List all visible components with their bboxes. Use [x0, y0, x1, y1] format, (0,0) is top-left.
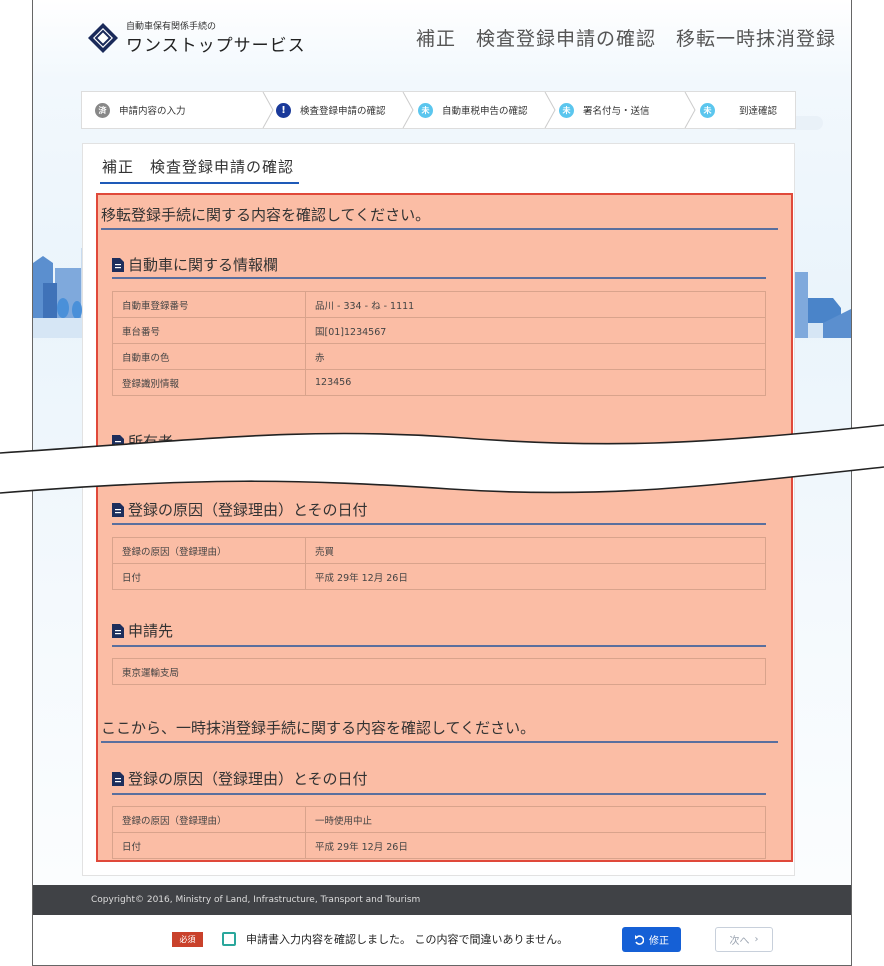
table-row: 日付 平成 29年 12月 26日: [112, 563, 766, 590]
divider: [112, 793, 766, 795]
table-row: 自動車の色赤: [112, 343, 766, 370]
row-label: 登録の原因（登録理由）: [112, 806, 306, 833]
table-row: 日付 平成 29年 12月 26日: [112, 832, 766, 859]
logo-title: ワンストップサービス: [126, 36, 306, 56]
step-label: 検査登録申請の確認: [300, 106, 386, 117]
row-value: 品川 - 334 - ね - 1111: [305, 291, 766, 318]
reason2-heading-text: 登録の原因（登録理由）とその日付: [128, 770, 368, 788]
highlighted-review-region: 移転登録手続に関する内容を確認してください。 自動車に関する情報欄 自動車登録番…: [96, 193, 793, 862]
undo-icon: [635, 934, 644, 945]
step-todo-badge: 未: [559, 102, 574, 118]
step-arrival: 未 到達確認: [700, 92, 777, 128]
row-label: 自動車の色: [112, 343, 306, 370]
office-heading-text: 申請先: [128, 622, 174, 640]
fix-button[interactable]: 修正: [622, 927, 681, 952]
step-registration-confirm: ! 検査登録申請の確認: [276, 92, 386, 128]
step-label: 申請内容の入力: [119, 106, 186, 117]
table-row: 登録の原因（登録理由） 一時使用中止: [112, 806, 766, 833]
row-value: 平成 29年 12月 26日: [305, 832, 766, 859]
action-bar: 必須 申請書入力内容を確認しました。 この内容で間違いありません。 修正 次へ …: [33, 915, 851, 965]
step-todo-badge: 未: [418, 102, 433, 118]
chevron-right-icon: ›: [754, 934, 759, 945]
progress-stepper: 済 申請内容の入力 ! 検査登録申請の確認 未 自動車税申告の確認 未 署名付与…: [81, 91, 796, 129]
document-icon: [112, 257, 124, 272]
divider: [101, 741, 778, 743]
row-label: 車台番号: [112, 317, 306, 344]
panel-title: 補正 検査登録申請の確認: [102, 158, 295, 176]
row-value: 123456: [305, 369, 766, 396]
step-tax-confirm: 未 自動車税申告の確認: [418, 92, 528, 128]
transfer-intro: 移転登録手続に関する内容を確認してください。: [101, 206, 431, 224]
row-value: 売買: [305, 537, 766, 564]
step-label: 自動車税申告の確認: [442, 106, 528, 117]
table-row: 登録の原因（登録理由） 売買: [112, 537, 766, 564]
divider: [112, 277, 766, 279]
vehicle-info-table: 自動車登録番号 品川 - 334 - ね - 1111 車台番号 国[01]1234…: [112, 291, 766, 396]
chevron-right-icon: [402, 92, 414, 128]
step-sign-send: 未 署名付与・送信: [559, 92, 650, 128]
row-value: 東京運輸支局: [112, 658, 766, 685]
divider: [112, 645, 766, 647]
row-value: 一時使用中止: [305, 806, 766, 833]
table-row: 自動車登録番号 品川 - 334 - ね - 1111: [112, 291, 766, 318]
table-row: 登録識別情報 123456: [112, 369, 766, 396]
confirm-checkbox[interactable]: [222, 932, 236, 946]
row-value: 国[01]1234567: [305, 317, 766, 344]
document-icon: [112, 623, 124, 638]
logo-icon: [88, 23, 118, 53]
document-icon: [112, 771, 124, 786]
page-break-graphic: [0, 424, 884, 494]
step-todo-badge: 未: [700, 102, 715, 118]
divider: [101, 228, 778, 230]
confirm-checkbox-label[interactable]: 申請書入力内容を確認しました。 この内容で間違いありません。: [246, 931, 568, 947]
row-label: 登録識別情報: [112, 369, 306, 396]
chevron-right-icon: [544, 92, 556, 128]
office-table: 東京運輸支局: [112, 658, 766, 685]
row-label: 日付: [112, 832, 306, 859]
row-value: 赤: [305, 343, 766, 370]
next-button-label: 次へ: [729, 936, 750, 947]
step-current-badge: !: [276, 102, 291, 118]
panel-title-underline: [100, 182, 299, 184]
deregister-intro: ここから、一時抹消登録手続に関する内容を確認してください。: [101, 719, 536, 737]
next-button[interactable]: 次へ ›: [715, 927, 773, 952]
row-value: 平成 29年 12月 26日: [305, 563, 766, 590]
chevron-right-icon: [262, 92, 274, 128]
row-label: 登録の原因（登録理由）: [112, 537, 306, 564]
row-label: 日付: [112, 563, 306, 590]
chevron-right-icon: [684, 92, 696, 128]
copyright-bar: Copyright© 2016, Ministry of Land, Infra…: [33, 885, 851, 915]
reason2-heading: 登録の原因（登録理由）とその日付: [112, 768, 368, 789]
step-done-badge: 済: [95, 102, 110, 118]
step-input: 済 申請内容の入力: [95, 92, 186, 128]
office-heading: 申請先: [112, 620, 173, 641]
required-badge: 必須: [172, 932, 203, 947]
table-row: 東京運輸支局: [112, 658, 766, 685]
table-row: 車台番号 国[01]1234567: [112, 317, 766, 344]
step-label: 到達確認: [739, 106, 778, 117]
vehicle-info-heading: 自動車に関する情報欄: [112, 254, 278, 275]
reason2-table: 登録の原因（登録理由） 一時使用中止 日付 平成 29年 12月 26日: [112, 806, 766, 859]
page-title: 補正 検査登録申請の確認 移転一時抹消登録: [416, 28, 837, 50]
divider: [112, 523, 766, 525]
fix-button-label: 修正: [649, 936, 669, 947]
vehicle-info-heading-text: 自動車に関する情報欄: [128, 256, 279, 274]
row-label: 自動車登録番号: [112, 291, 306, 318]
reason-table: 登録の原因（登録理由） 売買 日付 平成 29年 12月 26日: [112, 537, 766, 590]
step-label: 署名付与・送信: [583, 106, 650, 117]
